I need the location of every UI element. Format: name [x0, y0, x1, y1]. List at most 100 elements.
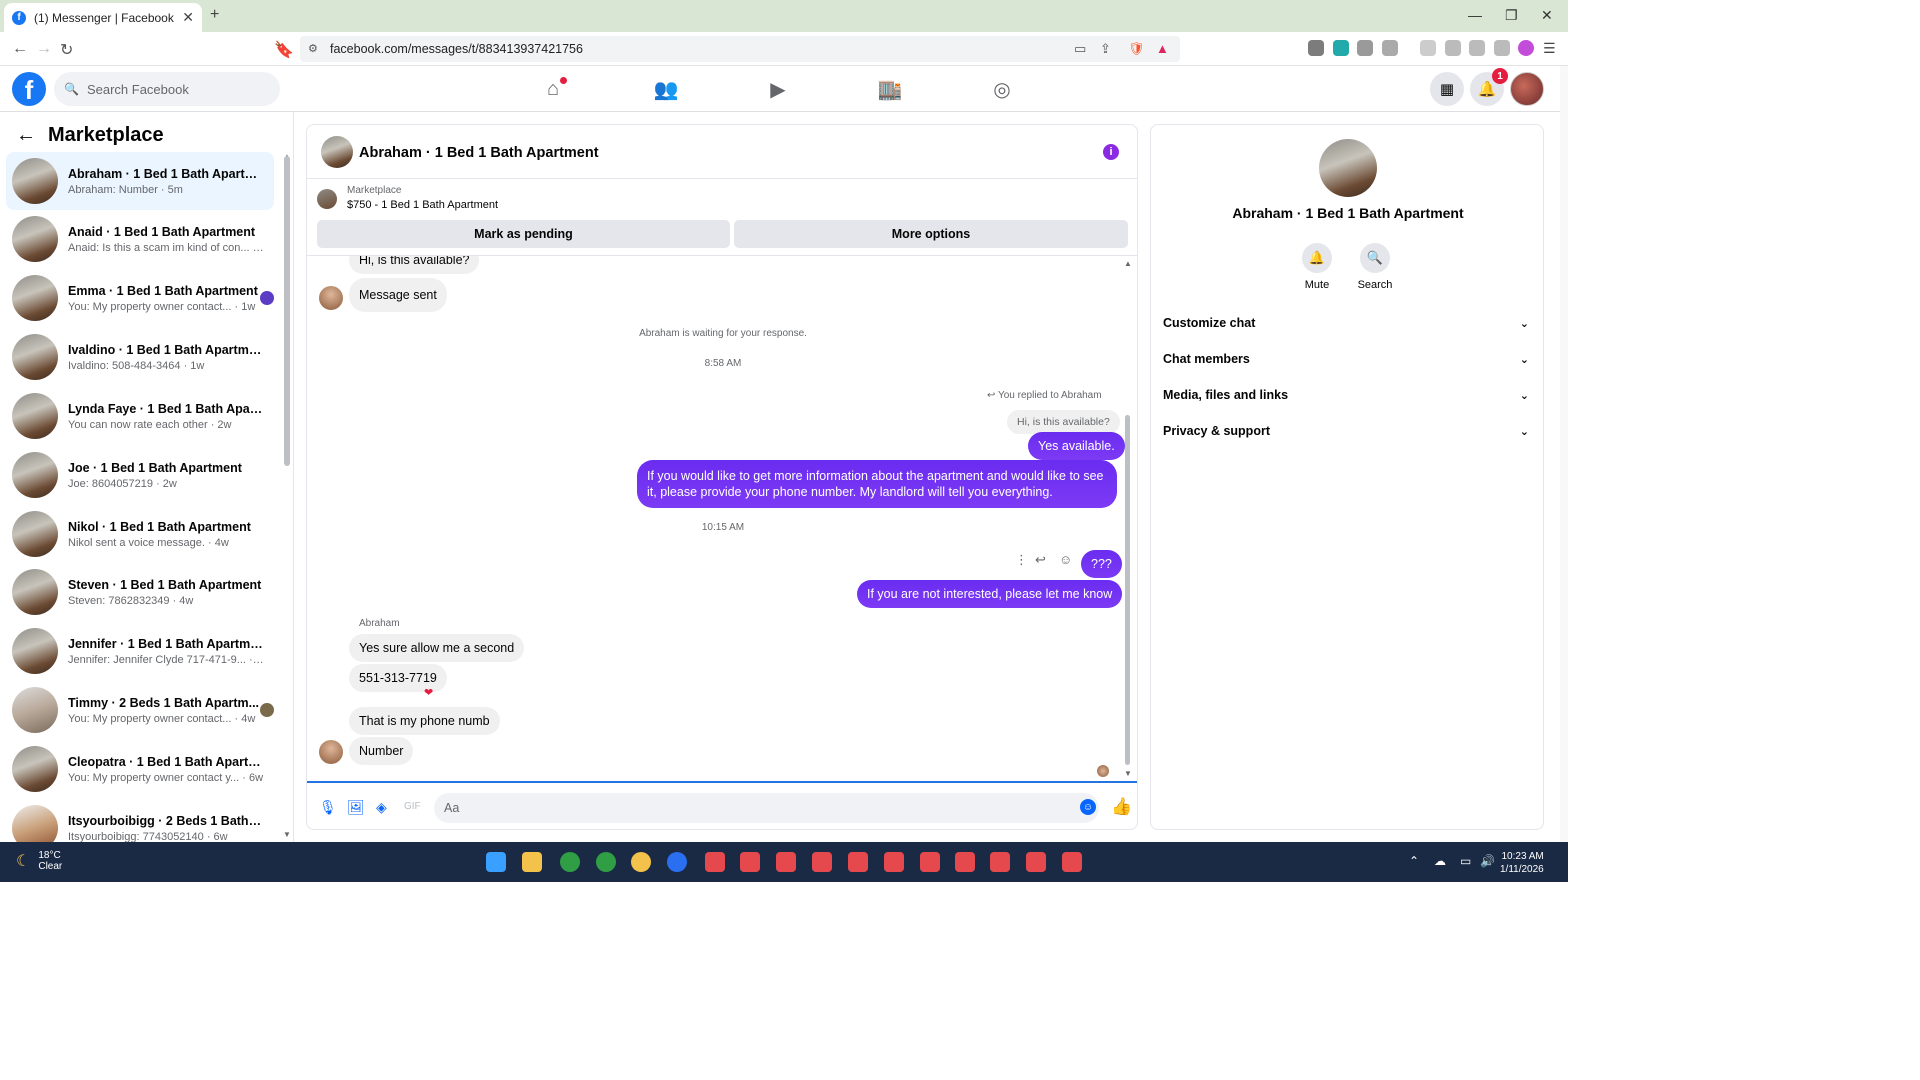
conversation-item[interactable]: Cleopatra · 1 Bed 1 Bath Apartm... You: M… — [6, 740, 274, 798]
thread-scrollbar[interactable] — [1125, 415, 1130, 765]
outgoing-message[interactable]: Yes available. — [1028, 432, 1125, 460]
conversation-item[interactable]: Ivaldino · 1 Bed 1 Bath Apartment Ivaldin… — [6, 328, 274, 386]
thumbs-up-icon[interactable]: 👍 — [1111, 797, 1132, 817]
vpn-icon[interactable] — [1494, 40, 1510, 56]
minimize-icon[interactable]: — — [1468, 7, 1482, 23]
mark-as-pending-button[interactable]: Mark as pending — [317, 220, 730, 248]
brave-icon[interactable] — [848, 852, 868, 872]
sticker-icon[interactable]: ◈ — [376, 799, 387, 816]
react-icon[interactable]: ☺ — [1059, 552, 1072, 567]
system-clock[interactable]: 10:23 AM 1/11/2026 — [1500, 850, 1544, 876]
incoming-message[interactable]: Message sent — [349, 278, 447, 312]
restore-icon[interactable]: ❐ — [1505, 7, 1518, 24]
groups-icon[interactable]: ◎ — [990, 77, 1014, 101]
incoming-message[interactable]: Number — [349, 737, 414, 765]
outgoing-message[interactable]: ??? — [1081, 550, 1122, 578]
conversation-item[interactable]: Joe · 1 Bed 1 Bath Apartment Joe: 8604057… — [6, 446, 274, 504]
scroll-up-icon[interactable]: ▲ — [1124, 259, 1132, 268]
details-avatar[interactable] — [1319, 139, 1377, 197]
reload-icon[interactable]: ↻ — [60, 40, 73, 60]
sidebar-scrollbar[interactable] — [284, 156, 290, 466]
address-bar[interactable]: ⚙ facebook.com/messages/t/88341393742175… — [300, 36, 1180, 62]
media-files-links-row[interactable]: Media, files and links ⌄ — [1163, 381, 1533, 409]
conversation-item[interactable]: Abraham · 1 Bed 1 Bath Apartme... Abraham… — [6, 152, 274, 210]
vivaldi-icon[interactable] — [1062, 852, 1082, 872]
photo-icon[interactable]: 🖼 — [347, 799, 365, 816]
conversation-item[interactable]: Nikol · 1 Bed 1 Bath Apartment Nikol sent… — [6, 505, 274, 563]
listing-banner[interactable]: Marketplace $750 - 1 Bed 1 Bath Apartmen… — [317, 185, 498, 211]
sidebar-toggle-icon[interactable] — [1420, 40, 1436, 56]
reply-icon[interactable]: ↩ — [1035, 552, 1046, 568]
conversation-item[interactable]: Emma · 1 Bed 1 Bath Apartment You: My pro… — [6, 269, 274, 327]
wallet-icon[interactable] — [1445, 40, 1461, 56]
vivaldi-icon[interactable] — [1026, 852, 1046, 872]
microphone-icon[interactable]: 🎙 — [319, 799, 337, 816]
brave-icon[interactable] — [812, 852, 832, 872]
search-facebook-input[interactable]: 🔍 Search Facebook — [54, 72, 280, 106]
privacy-support-row[interactable]: Privacy & support ⌄ — [1163, 417, 1533, 445]
close-tab-icon[interactable]: ✕ — [182, 9, 194, 26]
marketplace-icon[interactable]: 🏬 — [878, 77, 903, 101]
emoji-icon[interactable]: ☺ — [1080, 799, 1096, 815]
info-icon[interactable]: i — [1103, 144, 1119, 160]
mute-button[interactable]: 🔔 Mute — [1287, 243, 1347, 291]
forward-icon[interactable]: → — [36, 40, 52, 58]
facebook-logo[interactable]: f — [12, 72, 46, 106]
brave-icon[interactable] — [955, 852, 975, 872]
start-icon[interactable] — [486, 852, 506, 872]
extension-icon[interactable] — [1333, 40, 1349, 56]
menu-icon[interactable]: ☰ — [1543, 40, 1559, 56]
vivaldi-icon[interactable] — [990, 852, 1010, 872]
more-options-button[interactable]: More options — [734, 220, 1128, 248]
brave-icon[interactable] — [705, 852, 725, 872]
conversation-item[interactable]: Anaid · 1 Bed 1 Bath Apartment Anaid: Is … — [6, 210, 274, 268]
more-actions-icon[interactable]: ⋮ — [1015, 552, 1028, 568]
file-explorer-icon[interactable] — [522, 852, 542, 872]
app-icon[interactable] — [631, 852, 651, 872]
outgoing-message[interactable]: If you are not interested, please let me… — [857, 580, 1123, 608]
volume-icon[interactable]: 🔊 — [1480, 854, 1495, 868]
chat-avatar[interactable] — [321, 136, 353, 168]
conversation-item[interactable]: Jennifer · 1 Bed 1 Bath Apartment Jennife… — [6, 622, 274, 680]
quoted-message[interactable]: Hi, is this available? — [1007, 410, 1120, 434]
chat-title[interactable]: Abraham · 1 Bed 1 Bath Apartment — [359, 145, 599, 161]
leo-icon[interactable] — [1469, 40, 1485, 56]
share-icon[interactable]: ⇪ — [1100, 41, 1111, 57]
brave-shield-icon[interactable]: 🛡 — [1128, 41, 1145, 57]
incoming-message[interactable]: Hi, is this available? — [349, 256, 480, 274]
browser-tab-messenger[interactable]: f (1) Messenger | Facebook ✕ — [4, 3, 202, 32]
message-input[interactable]: Aa — [434, 793, 1099, 823]
search-button[interactable]: 🔍 Search — [1345, 243, 1405, 291]
chat-members-row[interactable]: Chat members ⌄ — [1163, 345, 1533, 373]
incoming-message[interactable]: Yes sure allow me a second — [349, 634, 525, 662]
site-info-icon[interactable]: ⚙ — [308, 42, 318, 55]
chrome-icon[interactable] — [596, 852, 616, 872]
conversation-item[interactable]: Timmy · 2 Beds 1 Bath Apartm... You: My p… — [6, 681, 274, 739]
cast-icon[interactable]: ▭ — [1074, 41, 1086, 57]
incoming-message[interactable]: That is my phone numb — [349, 707, 500, 735]
brave-icon[interactable] — [776, 852, 796, 872]
extension-icon[interactable] — [1382, 40, 1398, 56]
outgoing-message[interactable]: If you would like to get more informatio… — [637, 460, 1117, 508]
watch-icon[interactable]: ▶ — [766, 77, 790, 101]
back-arrow-icon[interactable]: ← — [16, 124, 36, 147]
gif-icon[interactable]: GIF — [404, 801, 421, 812]
profile-icon[interactable] — [1518, 40, 1534, 56]
chrome-icon[interactable] — [560, 852, 580, 872]
friends-icon[interactable]: 👥 — [654, 77, 679, 101]
menu-grid-icon[interactable]: ▦ — [1430, 72, 1464, 106]
scroll-down-icon[interactable]: ▼ — [1124, 769, 1132, 778]
page-scrollbar[interactable] — [1560, 66, 1568, 842]
back-icon[interactable]: ← — [12, 40, 28, 58]
puzzle-icon[interactable] — [1357, 40, 1373, 56]
account-avatar[interactable] — [1510, 72, 1544, 106]
close-window-icon[interactable]: ✕ — [1541, 7, 1553, 24]
new-tab-icon[interactable]: + — [210, 6, 219, 24]
cloud-icon[interactable]: ☁ — [1434, 854, 1446, 868]
app-icon[interactable] — [667, 852, 687, 872]
brave-rewards-icon[interactable]: ▲ — [1156, 41, 1169, 56]
conversation-item[interactable]: Steven · 1 Bed 1 Bath Apartment Steven: 7… — [6, 563, 274, 621]
customize-chat-row[interactable]: Customize chat ⌄ — [1163, 309, 1533, 337]
weather-widget[interactable]: ☾ 18°C Clear — [16, 850, 62, 872]
conversation-item[interactable]: Lynda Faye · 1 Bed 1 Bath Apart... You ca… — [6, 387, 274, 445]
